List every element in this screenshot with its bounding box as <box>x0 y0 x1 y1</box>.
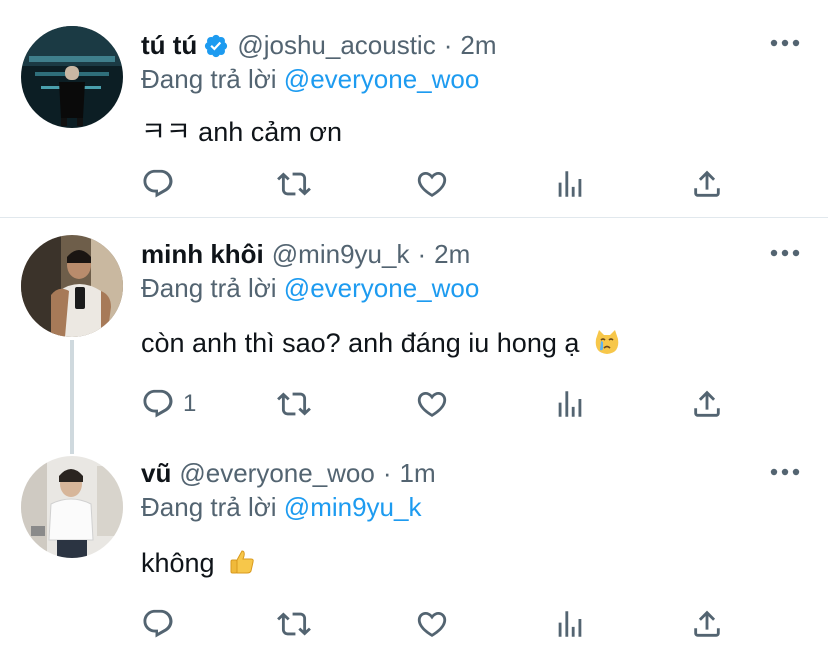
reply-icon <box>141 607 175 641</box>
tweet-3[interactable]: vũ @everyone_woo · 1m Đang trả lời @min9… <box>0 438 828 651</box>
more-icon[interactable] <box>770 248 800 258</box>
tweet-text-row: còn anh thì sao? anh đáng iu hong ạ <box>141 328 621 359</box>
reply-count: 1 <box>183 390 197 417</box>
tweet-text-row: không <box>141 548 256 579</box>
mention-link[interactable]: @min9yu_k <box>284 492 422 522</box>
analytics-button[interactable] <box>553 606 587 642</box>
separator: · <box>417 239 427 269</box>
like-button[interactable] <box>415 386 449 422</box>
handle[interactable]: @joshu_acoustic <box>237 30 435 61</box>
thumbs-up-icon <box>230 550 254 574</box>
reply-button[interactable]: 1 <box>141 386 196 422</box>
handle[interactable]: @min9yu_k <box>272 239 410 270</box>
like-button[interactable] <box>415 166 449 202</box>
tweet-text: ㅋㅋ anh cảm ơn <box>141 117 342 147</box>
replying-to: Đang trả lời @everyone_woo <box>141 273 479 304</box>
retweet-button[interactable] <box>277 386 311 422</box>
more-icon[interactable] <box>770 467 800 477</box>
replying-to: Đang trả lời @everyone_woo <box>141 64 479 95</box>
timestamp[interactable]: 1m <box>400 458 436 489</box>
reply-icon <box>141 387 175 421</box>
retweet-button[interactable] <box>277 606 311 642</box>
replying-to-prefix: Đang trả lời <box>141 64 277 94</box>
avatar[interactable] <box>21 456 123 558</box>
retweet-icon <box>277 387 311 421</box>
analytics-icon <box>553 167 587 201</box>
tweet-2[interactable]: minh khôi @min9yu_k · 2m Đang trả lời @e… <box>0 218 828 438</box>
timestamp[interactable]: 2m <box>434 239 470 270</box>
retweet-icon <box>277 167 311 201</box>
mention-link[interactable]: @everyone_woo <box>284 64 480 94</box>
share-button[interactable] <box>690 166 724 202</box>
share-button[interactable] <box>690 386 724 422</box>
timestamp[interactable]: 2m <box>460 30 496 61</box>
crying-cat-face-icon <box>595 330 619 354</box>
like-button[interactable] <box>415 606 449 642</box>
reply-button[interactable] <box>141 606 175 642</box>
reply-button[interactable] <box>141 166 175 202</box>
analytics-button[interactable] <box>553 166 587 202</box>
tweet-text: không <box>141 548 215 578</box>
mention-link[interactable]: @everyone_woo <box>284 273 480 303</box>
display-name[interactable]: minh khôi <box>141 239 264 270</box>
avatar[interactable] <box>21 235 123 337</box>
share-icon <box>690 387 724 421</box>
analytics-icon <box>553 387 587 421</box>
replying-to-prefix: Đang trả lời <box>141 492 277 522</box>
like-icon <box>415 607 449 641</box>
retweet-button[interactable] <box>277 166 311 202</box>
display-name[interactable]: vũ <box>141 458 171 489</box>
avatar[interactable] <box>21 26 123 128</box>
separator: · <box>382 458 392 488</box>
replying-to-prefix: Đang trả lời <box>141 273 277 303</box>
like-icon <box>415 167 449 201</box>
analytics-icon <box>553 607 587 641</box>
share-icon <box>690 607 724 641</box>
display-name[interactable]: tú tú <box>141 30 197 61</box>
like-icon <box>415 387 449 421</box>
analytics-button[interactable] <box>553 386 587 422</box>
reply-icon <box>141 167 175 201</box>
share-icon <box>690 167 724 201</box>
retweet-icon <box>277 607 311 641</box>
tweet-text: còn anh thì sao? anh đáng iu hong ạ <box>141 328 580 358</box>
more-icon[interactable] <box>770 38 800 48</box>
separator: · <box>443 30 453 60</box>
share-button[interactable] <box>690 606 724 642</box>
tweet-1[interactable]: tú tú @joshu_acoustic · 2m Đang trả lời … <box>0 0 828 218</box>
replying-to: Đang trả lời @min9yu_k <box>141 492 421 523</box>
verified-icon <box>205 34 228 57</box>
handle[interactable]: @everyone_woo <box>179 458 375 489</box>
